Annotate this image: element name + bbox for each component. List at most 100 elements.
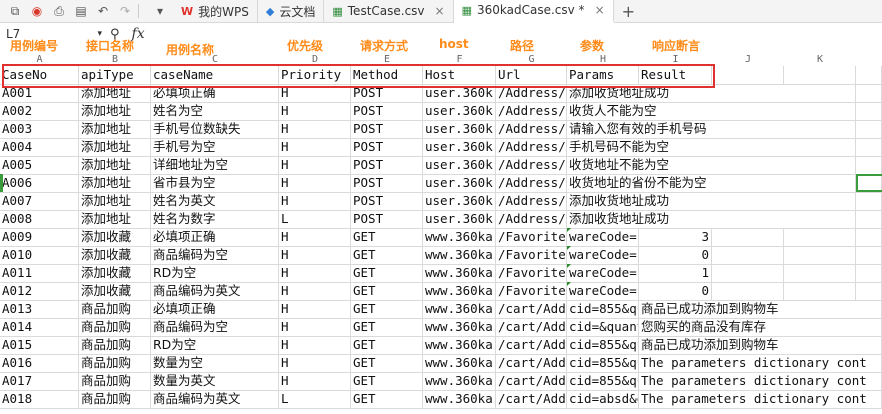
close-icon[interactable]: × [435, 4, 445, 18]
table-cell[interactable]: wareCode= [567, 264, 639, 282]
table-cell[interactable]: 手机号为空 [151, 138, 279, 156]
header-cell[interactable]: Method [351, 66, 423, 84]
empty-cell[interactable] [856, 264, 882, 282]
table-cell[interactable]: 添加收藏 [79, 282, 151, 300]
table-cell[interactable]: www.360ka [423, 372, 496, 390]
table-cell[interactable]: 商品已成功添加到购物车 [639, 336, 882, 354]
empty-cell[interactable] [712, 246, 784, 264]
table-cell[interactable]: H [279, 156, 351, 174]
table-cell[interactable]: www.360ka [423, 264, 496, 282]
table-cell[interactable]: /Address/ProvinceI [496, 84, 567, 102]
table-cell[interactable]: user.360k [423, 102, 496, 120]
table-cell[interactable]: H [279, 336, 351, 354]
table-cell[interactable]: A002 [0, 102, 79, 120]
table-cell[interactable]: 商品编码为英文 [151, 390, 279, 408]
table-cell[interactable]: H [279, 246, 351, 264]
table-cell[interactable]: wareCode= [567, 228, 639, 246]
table-cell[interactable]: 商品编码为空 [151, 246, 279, 264]
table-cell[interactable]: A005 [0, 156, 79, 174]
header-cell[interactable]: apiType [79, 66, 151, 84]
empty-cell[interactable] [784, 282, 856, 300]
table-cell[interactable]: 添加地址 [79, 174, 151, 192]
table-cell[interactable]: 您购买的商品没有库存 [639, 318, 882, 336]
tab-testcase-csv[interactable]: ▦ TestCase.csv × [324, 0, 454, 22]
table-cell[interactable]: GET [351, 354, 423, 372]
table-cell[interactable]: GET [351, 300, 423, 318]
table-cell[interactable]: /Address/ProvinceI [496, 156, 567, 174]
table-cell[interactable]: The parameters dictionary cont [639, 354, 882, 372]
table-cell[interactable]: user.360k [423, 120, 496, 138]
table-cell[interactable]: H [279, 120, 351, 138]
empty-cell[interactable] [784, 66, 856, 84]
table-cell[interactable]: H [279, 228, 351, 246]
table-cell[interactable]: user.360k [423, 210, 496, 228]
table-cell[interactable]: 收货地址不能为空 [567, 156, 867, 174]
column-letter[interactable]: B [79, 54, 151, 65]
table-cell[interactable]: 商品编码为英文 [151, 282, 279, 300]
table-cell[interactable]: 添加收货地址成功 [567, 192, 867, 210]
table-cell[interactable]: user.360k [423, 174, 496, 192]
table-cell[interactable]: H [279, 300, 351, 318]
column-letter[interactable]: I [639, 54, 712, 65]
table-cell[interactable]: The parameters dictionary cont [639, 390, 882, 408]
table-cell[interactable]: 0 [639, 282, 712, 300]
table-cell[interactable]: www.360ka [423, 354, 496, 372]
table-cell[interactable]: 姓名为数字 [151, 210, 279, 228]
table-cell[interactable]: RD为空 [151, 264, 279, 282]
table-cell[interactable]: A004 [0, 138, 79, 156]
table-cell[interactable]: 添加收藏 [79, 264, 151, 282]
table-cell[interactable]: 详细地址为空 [151, 156, 279, 174]
table-cell[interactable]: H [279, 264, 351, 282]
table-cell[interactable]: POST [351, 210, 423, 228]
table-cell[interactable]: /cart/Add [496, 318, 567, 336]
header-cell[interactable]: Url [496, 66, 567, 84]
table-cell[interactable]: 添加收藏 [79, 246, 151, 264]
table-cell[interactable]: 商品加购 [79, 318, 151, 336]
table-cell[interactable]: A015 [0, 336, 79, 354]
table-cell[interactable]: 必填项正确 [151, 84, 279, 102]
empty-cell[interactable] [784, 228, 856, 246]
header-cell[interactable]: Host [423, 66, 496, 84]
table-cell[interactable]: 商品加购 [79, 354, 151, 372]
table-cell[interactable]: 手机号位数缺失 [151, 120, 279, 138]
table-cell[interactable]: 添加地址 [79, 102, 151, 120]
column-letter[interactable]: C [151, 54, 279, 65]
table-cell[interactable]: www.360ka [423, 246, 496, 264]
table-cell[interactable]: 收货地址的省份不能为空 [567, 174, 867, 192]
table-cell[interactable]: 商品加购 [79, 336, 151, 354]
table-cell[interactable]: A016 [0, 354, 79, 372]
table-cell[interactable]: 请输入您有效的手机号码 [567, 120, 867, 138]
table-cell[interactable]: www.360ka [423, 228, 496, 246]
redo-icon[interactable]: ↷ [118, 4, 132, 18]
table-cell[interactable]: 必填项正确 [151, 300, 279, 318]
table-cell[interactable]: H [279, 372, 351, 390]
empty-cell[interactable] [784, 264, 856, 282]
table-cell[interactable]: A008 [0, 210, 79, 228]
table-cell[interactable]: H [279, 138, 351, 156]
table-cell[interactable]: cid=absd&q [567, 390, 639, 408]
table-cell[interactable]: 商品编码为空 [151, 318, 279, 336]
header-cell[interactable]: CaseNo [0, 66, 79, 84]
table-cell[interactable]: POST [351, 192, 423, 210]
table-cell[interactable]: 商品加购 [79, 300, 151, 318]
table-cell[interactable]: /Address/ProvinceI [496, 138, 567, 156]
table-cell[interactable]: 添加地址 [79, 156, 151, 174]
table-cell[interactable]: GET [351, 264, 423, 282]
table-cell[interactable]: /Address/ProvinceI [496, 192, 567, 210]
close-icon[interactable]: × [595, 3, 605, 17]
table-cell[interactable]: 商品加购 [79, 390, 151, 408]
header-cell[interactable]: Params [567, 66, 639, 84]
column-letter[interactable]: H [567, 54, 639, 65]
table-cell[interactable]: 商品加购 [79, 372, 151, 390]
column-letter[interactable]: D [279, 54, 351, 65]
table-cell[interactable]: A010 [0, 246, 79, 264]
print-icon[interactable]: ⎙ [52, 4, 66, 18]
table-cell[interactable]: 姓名为英文 [151, 192, 279, 210]
table-cell[interactable]: 数量为空 [151, 354, 279, 372]
empty-cell[interactable] [712, 66, 784, 84]
table-cell[interactable]: 添加地址 [79, 84, 151, 102]
table-cell[interactable]: 3 [639, 228, 712, 246]
tab-360kadcase-csv[interactable]: ▦ 360kadCase.csv * × [453, 0, 614, 23]
table-cell[interactable]: L [279, 210, 351, 228]
copy-icon[interactable]: ⧉ [8, 4, 22, 18]
